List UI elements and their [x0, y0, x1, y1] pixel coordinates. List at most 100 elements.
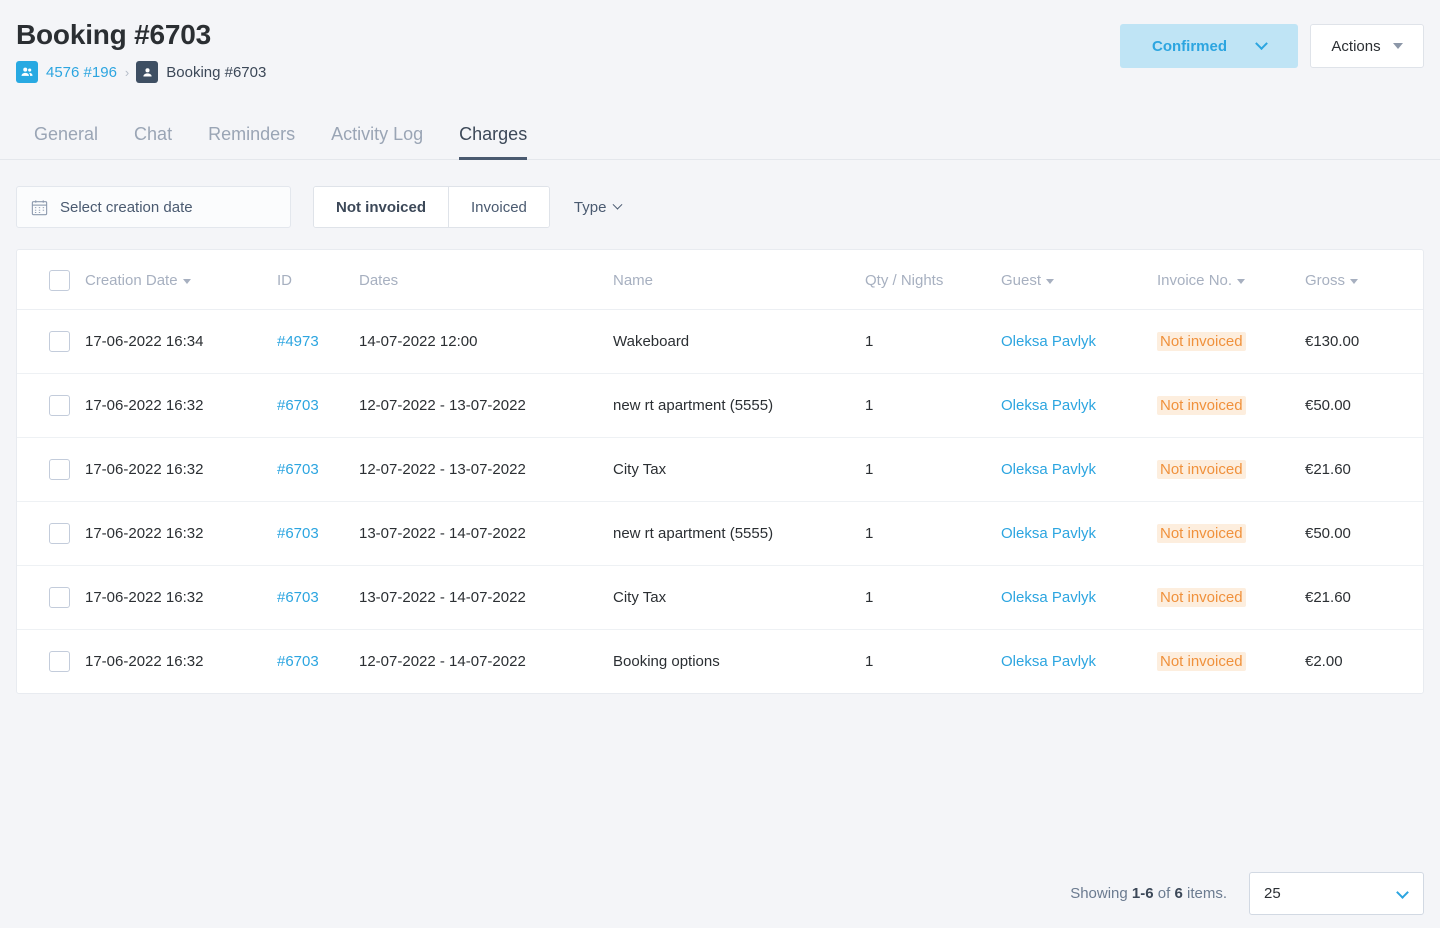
tab-charges[interactable]: Charges [441, 123, 545, 160]
table-row: 17-06-2022 16:32 #6703 12-07-2022 - 13-07-… [17, 373, 1423, 438]
page-header: Booking #6703 4576 #196 › Booking #6703 … [0, 0, 1440, 112]
sort-caret-icon [1350, 279, 1359, 284]
charge-id-link[interactable]: #6703 [277, 461, 319, 478]
cell-name: Wakeboard [613, 309, 865, 374]
column-label: Name [613, 272, 654, 289]
cell-invoice-no: Not invoiced [1157, 373, 1305, 438]
cell-id: #6703 [277, 437, 359, 502]
table-row: 17-06-2022 16:32 #6703 13-07-2022 - 14-07-… [17, 565, 1423, 630]
cell-invoice-no: Not invoiced [1157, 309, 1305, 374]
select-all-checkbox[interactable] [49, 270, 70, 291]
calendar-icon [31, 199, 48, 216]
cell-guest: Oleksa Pavlyk [1001, 437, 1157, 502]
guest-link[interactable]: Oleksa Pavlyk [1001, 333, 1096, 350]
row-select-cell [17, 565, 85, 630]
tab-chat[interactable]: Chat [116, 123, 190, 159]
row-checkbox[interactable] [49, 587, 70, 608]
per-page-select[interactable]: 25 [1249, 871, 1424, 915]
guest-link[interactable]: Oleksa Pavlyk [1001, 653, 1096, 670]
user-icon [136, 61, 159, 83]
showing-range: 1-6 [1131, 884, 1154, 902]
cell-creation-date: 17-06-2022 16:32 [85, 565, 277, 630]
status-badge[interactable]: Not invoiced [1157, 524, 1246, 543]
charge-id-link[interactable]: #4973 [277, 333, 319, 350]
sort-caret-icon [1237, 279, 1246, 284]
charge-id-link[interactable]: #6703 [277, 525, 319, 542]
cell-name: new rt apartment (5555) [613, 501, 865, 566]
creation-date-picker-label: Select creation date [60, 198, 193, 216]
table-footer: Showing 1-6 of 6 items. 25 [0, 866, 1440, 928]
status-badge[interactable]: Not invoiced [1157, 652, 1246, 671]
guest-link[interactable]: Oleksa Pavlyk [1001, 589, 1096, 606]
cell-creation-date: 17-06-2022 16:34 [85, 309, 277, 374]
column-header-dates: Dates [359, 250, 613, 310]
charge-id-link[interactable]: #6703 [277, 653, 319, 670]
cell-invoice-no: Not invoiced [1157, 565, 1305, 630]
status-badge[interactable]: Not invoiced [1157, 396, 1246, 415]
tab-general[interactable]: General [16, 123, 116, 159]
row-checkbox[interactable] [49, 523, 70, 544]
booking-charges-page: Booking #6703 4576 #196 › Booking #6703 … [0, 0, 1440, 928]
sort-caret-icon [1046, 279, 1055, 284]
cell-creation-date: 17-06-2022 16:32 [85, 501, 277, 566]
column-header-name: Name [613, 250, 865, 310]
row-select-cell [17, 373, 85, 438]
cell-creation-date: 17-06-2022 16:32 [85, 437, 277, 502]
column-header-guest[interactable]: Guest [1001, 250, 1157, 310]
segment-invoiced[interactable]: Invoiced [448, 187, 549, 227]
row-checkbox[interactable] [49, 331, 70, 352]
guest-link[interactable]: Oleksa Pavlyk [1001, 397, 1096, 414]
table-header-row: Creation Date ID Dates Name Qty / Nights… [17, 250, 1423, 310]
breadcrumb-parent-label[interactable]: 4576 #196 [46, 64, 117, 81]
column-label: Gross [1305, 272, 1346, 289]
cell-guest: Oleksa Pavlyk [1001, 309, 1157, 374]
status-badge[interactable]: Not invoiced [1157, 588, 1246, 607]
charge-id-link[interactable]: #6703 [277, 397, 319, 414]
charges-table-card: Creation Date ID Dates Name Qty / Nights… [16, 249, 1424, 694]
actions-button[interactable]: Actions [1310, 24, 1424, 68]
guest-link[interactable]: Oleksa Pavlyk [1001, 461, 1096, 478]
row-select-cell [17, 437, 85, 502]
cell-invoice-no: Not invoiced [1157, 501, 1305, 566]
cell-id: #6703 [277, 501, 359, 566]
showing-total: 6 [1174, 884, 1183, 902]
row-checkbox[interactable] [49, 651, 70, 672]
column-header-gross[interactable]: Gross [1305, 250, 1423, 310]
row-checkbox[interactable] [49, 459, 70, 480]
table-row: 17-06-2022 16:32 #6703 13-07-2022 - 14-07-… [17, 501, 1423, 566]
breadcrumb-current: Booking #6703 [136, 61, 266, 83]
column-header-invoice-no[interactable]: Invoice No. [1157, 250, 1305, 310]
status-button[interactable]: Confirmed [1120, 24, 1298, 68]
segment-not-invoiced[interactable]: Not invoiced [314, 187, 449, 227]
cell-name: Booking options [613, 653, 720, 670]
chevron-down-icon [1396, 885, 1409, 899]
status-badge[interactable]: Not invoiced [1157, 460, 1246, 479]
charges-table-head: Creation Date ID Dates Name Qty / Nights… [17, 250, 1423, 310]
cell-name: City Tax [613, 565, 865, 630]
cell-guest: Oleksa Pavlyk [1001, 565, 1157, 630]
charge-id-link[interactable]: #6703 [277, 589, 319, 606]
column-label: Dates [359, 272, 399, 289]
creation-date-picker[interactable]: Select creation date [16, 186, 291, 228]
cell-creation-date: 17-06-2022 16:32 [85, 653, 204, 670]
cell-invoice-no: Not invoiced [1157, 437, 1305, 502]
status-button-label: Confirmed [1152, 37, 1227, 55]
caret-down-icon [1392, 43, 1403, 49]
breadcrumb-parent[interactable]: 4576 #196 [16, 61, 117, 83]
table-row: 17-06-2022 16:32 #6703 12-07-2022 - 13-07-… [17, 437, 1423, 502]
chevron-down-icon [1255, 36, 1268, 50]
column-header-creation-date[interactable]: Creation Date [85, 250, 277, 310]
tab-activity-log[interactable]: Activity Log [313, 123, 441, 159]
tab-reminders[interactable]: Reminders [190, 123, 313, 159]
row-checkbox[interactable] [49, 395, 70, 416]
column-header-qty-nights: Qty / Nights [865, 250, 1001, 310]
status-badge[interactable]: Not invoiced [1157, 332, 1246, 351]
type-filter[interactable]: Type [572, 193, 624, 222]
cell-qty-nights: 1 [865, 373, 1001, 438]
cell-guest: Oleksa Pavlyk [1001, 373, 1157, 438]
row-select-cell [17, 630, 85, 694]
column-header-select-all [17, 250, 85, 310]
guest-link[interactable]: Oleksa Pavlyk [1001, 525, 1096, 542]
per-page-value: 25 [1264, 884, 1281, 902]
row-select-cell [17, 309, 85, 374]
